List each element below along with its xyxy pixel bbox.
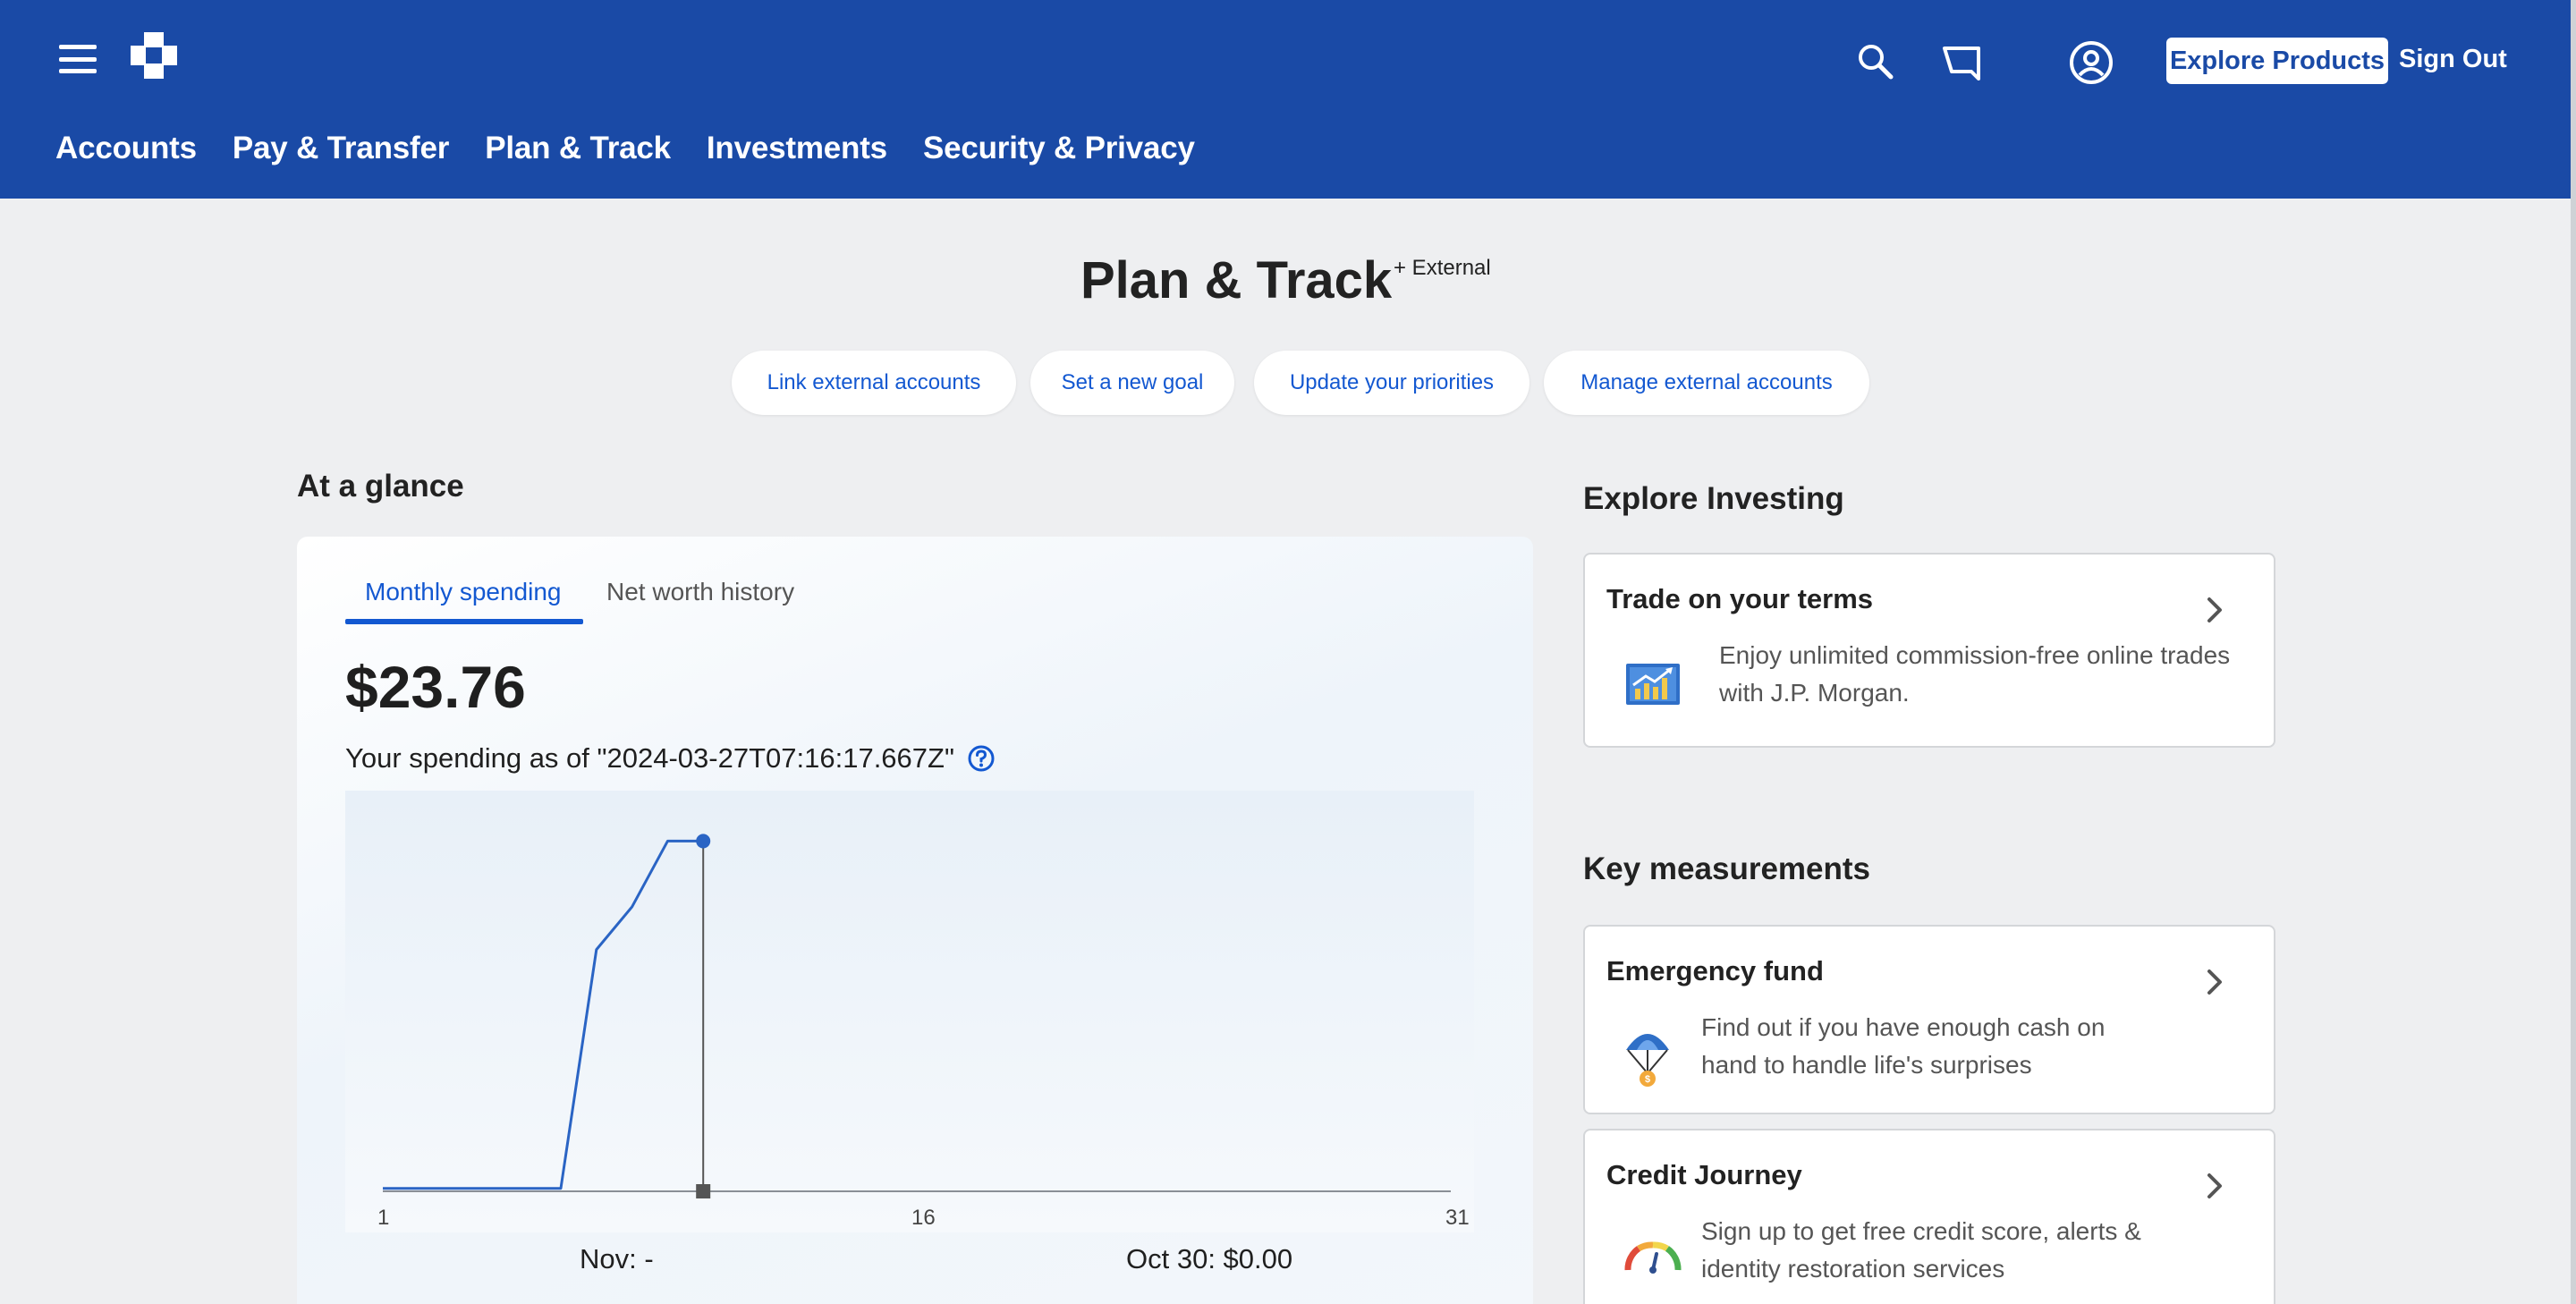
spending-asof: Your spending as of "2024-03-27T07:16:17… — [345, 742, 996, 775]
summary-nov: Nov: - — [580, 1243, 654, 1274]
card-description: Find out if you have enough cash on hand… — [1701, 1009, 2105, 1084]
tab-net-worth-history[interactable]: Net worth history — [606, 578, 794, 606]
spending-asof-text: Your spending as of "2024-03-27T07:16:17… — [345, 742, 954, 774]
search-icon[interactable] — [1853, 39, 1900, 86]
x-tick-label: 31 — [1445, 1206, 1470, 1230]
parachute-icon: $ — [1626, 1034, 1669, 1087]
update-priorities-button[interactable]: Update your priorities — [1254, 351, 1530, 415]
svg-text:$: $ — [1645, 1074, 1650, 1085]
profile-icon[interactable] — [2068, 39, 2114, 86]
x-tick-label: 1 — [377, 1206, 390, 1230]
chevron-right-icon — [2207, 1173, 2222, 1198]
manage-external-accounts-button[interactable]: Manage external accounts — [1544, 351, 1869, 415]
trading-chart-icon — [1626, 664, 1680, 705]
current-value-point[interactable] — [696, 834, 711, 849]
nav-investments[interactable]: Investments — [707, 131, 887, 166]
spending-series-line — [383, 839, 704, 1190]
chevron-right-icon — [2207, 597, 2222, 622]
card-description-line: identity restoration services — [1701, 1255, 2005, 1283]
nav-security-privacy[interactable]: Security & Privacy — [923, 131, 1195, 166]
card-description-line: Enjoy unlimited commission-free online t… — [1719, 641, 2231, 669]
spending-chart: 1 16 31 — [345, 791, 1474, 1232]
nav-plan-track[interactable]: Plan & Track — [485, 131, 671, 166]
explore-products-button[interactable]: Explore Products — [2166, 38, 2388, 84]
help-icon[interactable] — [967, 744, 996, 773]
chevron-right-icon — [2207, 970, 2222, 995]
card-description: Sign up to get free credit score, alerts… — [1701, 1213, 2141, 1288]
current-day-handle[interactable] — [696, 1184, 711, 1198]
nav-accounts[interactable]: Accounts — [55, 131, 197, 166]
set-new-goal-button[interactable]: Set a new goal — [1030, 351, 1234, 415]
spending-amount: $23.76 — [345, 654, 526, 720]
card-description: Enjoy unlimited commission-free online t… — [1719, 637, 2230, 712]
card-description-line: Sign up to get free credit score, alerts… — [1701, 1217, 2141, 1245]
x-tick-label: 16 — [911, 1206, 936, 1230]
card-description-line: Find out if you have enough cash on — [1701, 1013, 2106, 1041]
card-description-line: with J.P. Morgan. — [1719, 679, 1910, 707]
trade-on-your-terms-card[interactable]: Trade on your terms Enjoy unlimited comm… — [1583, 553, 2275, 748]
top-header: Accounts Pay & Transfer Plan & Track Inv… — [0, 0, 2576, 199]
spending-chart-svg — [383, 834, 1451, 1198]
at-a-glance-card: Monthly spending Net worth history $23.7… — [297, 537, 1533, 1304]
nav-pay-transfer[interactable]: Pay & Transfer — [233, 131, 450, 166]
scrollbar[interactable] — [2571, 0, 2576, 1304]
explore-investing-heading: Explore Investing — [1583, 481, 1844, 516]
emergency-fund-card[interactable]: Emergency fund $ Find out if you have en… — [1583, 925, 2275, 1114]
at-a-glance-heading: At a glance — [297, 469, 464, 504]
credit-journey-card[interactable]: Credit Journey Sign up to get free credi… — [1583, 1129, 2275, 1304]
sign-out-button[interactable]: Sign Out — [2399, 45, 2507, 74]
external-badge: + External — [1394, 256, 1491, 280]
menu-icon[interactable] — [59, 45, 97, 73]
main-nav: Accounts Pay & Transfer Plan & Track Inv… — [55, 131, 1195, 166]
summary-oct: Oct 30: $0.00 — [1126, 1243, 1293, 1274]
key-measurements-heading: Key measurements — [1583, 851, 1870, 886]
card-title: Credit Journey — [1606, 1159, 1802, 1190]
card-title: Trade on your terms — [1606, 583, 1874, 614]
card-title: Emergency fund — [1606, 955, 1824, 986]
active-tab-indicator — [345, 619, 583, 624]
chase-logo[interactable] — [129, 30, 179, 80]
tab-monthly-spending[interactable]: Monthly spending — [365, 578, 561, 606]
link-external-accounts-button[interactable]: Link external accounts — [732, 351, 1016, 415]
card-description-line: hand to handle life's surprises — [1701, 1051, 2032, 1079]
credit-gauge-icon — [1624, 1241, 1682, 1274]
page-title: Plan & Track — [1080, 251, 1393, 309]
messages-icon[interactable] — [1939, 39, 1986, 86]
